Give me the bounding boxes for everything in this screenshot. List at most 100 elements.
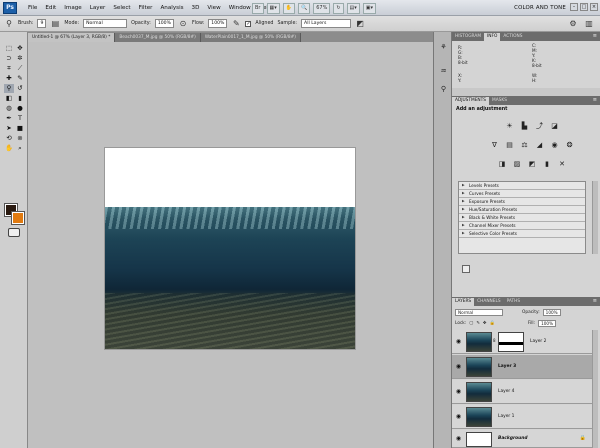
zoom-tool-button[interactable]: 🔍 — [297, 2, 311, 14]
menu-edit[interactable]: Edit — [41, 5, 60, 11]
pressure-opacity-icon[interactable]: ⊙ — [178, 19, 188, 29]
healing-brush-tool-icon[interactable]: ✚ — [4, 74, 14, 83]
clip-to-layer-icon[interactable] — [462, 265, 470, 273]
close-button[interactable]: × — [590, 3, 598, 11]
tab-histogram[interactable]: HISTOGRAM — [452, 33, 484, 41]
layer-mask-thumbnail[interactable] — [498, 332, 524, 352]
invert-icon[interactable]: ◨ — [497, 160, 507, 169]
lasso-tool-icon[interactable]: ⊃ — [4, 54, 14, 63]
black-white-icon[interactable]: ◢ — [535, 141, 545, 150]
layer-row-layer-1[interactable]: ◉ Layer 1 — [452, 405, 592, 429]
tab-untitled-1[interactable]: Untitled-1 @ 67% (Layer 3, RGB/8) * — [28, 33, 116, 42]
layer-row-layer-2[interactable]: ◉ 8 Layer 2 — [452, 330, 592, 354]
brightness-icon[interactable]: ☀ — [505, 122, 515, 131]
tab-layers[interactable]: LAYERS — [452, 298, 475, 306]
preset-black-white[interactable]: Black & White Presets — [459, 214, 585, 222]
flow-input[interactable]: 100% — [208, 19, 228, 28]
screen-mode-button[interactable]: ▣▾ — [362, 2, 376, 14]
menu-window[interactable]: Window — [225, 5, 255, 11]
aligned-checkbox[interactable]: ✓ — [245, 20, 252, 27]
magic-wand-tool-icon[interactable]: ✲ — [15, 54, 25, 63]
layer-row-layer-4[interactable]: ◉ Layer 4 — [452, 380, 592, 404]
lock-position-icon[interactable]: ✥ — [483, 321, 487, 326]
view-extras-button[interactable]: ▦▾ — [266, 2, 280, 14]
3d-orbit-tool-icon[interactable]: ⊚ — [15, 134, 25, 143]
preset-channel-mixer[interactable]: Channel Mixer Presets — [459, 222, 585, 230]
channel-mixer-icon[interactable]: ❂ — [565, 141, 575, 150]
navigator-icon[interactable]: ⚘ — [438, 42, 449, 53]
brushes-icon[interactable]: ♒ — [438, 66, 449, 77]
preset-curves[interactable]: Curves Presets — [459, 190, 585, 198]
color-balance-icon[interactable]: ⚖ — [520, 141, 530, 150]
visibility-eye-icon[interactable]: ◉ — [455, 338, 462, 345]
curves-icon[interactable]: ⤴ — [535, 122, 545, 131]
tab-beach[interactable]: Beach0037_M.jpg @ 50% (RGB/8#) — [115, 33, 201, 42]
background-color-swatch[interactable] — [11, 211, 25, 225]
photo-filter-icon[interactable]: ◉ — [550, 141, 560, 150]
marquee-tool-icon[interactable]: ⬚ — [4, 44, 14, 53]
menu-select[interactable]: Select — [109, 5, 134, 11]
layers-menu-icon[interactable]: ≡ — [593, 298, 597, 304]
minimize-button[interactable]: – — [570, 3, 578, 11]
gradient-map-icon[interactable]: ▮ — [542, 160, 552, 169]
clone-panel-icon[interactable]: ▥ — [584, 19, 594, 29]
visibility-eye-icon[interactable]: ◉ — [455, 413, 462, 420]
menu-analysis[interactable]: Analysis — [156, 5, 187, 11]
lock-image-icon[interactable]: ✎ — [476, 321, 480, 326]
gradient-tool-icon[interactable]: ▮ — [15, 94, 25, 103]
history-brush-tool-icon[interactable]: ↺ — [15, 84, 25, 93]
layers-scrollbar[interactable] — [592, 330, 598, 448]
zoom-level-select[interactable]: 67% — [313, 2, 331, 14]
brush-tool-icon[interactable]: ✎ — [15, 74, 25, 83]
eraser-tool-icon[interactable]: ◧ — [4, 94, 14, 103]
tab-masks[interactable]: MASKS — [489, 97, 510, 105]
menu-view[interactable]: View — [203, 5, 224, 11]
preset-exposure[interactable]: Exposure Presets — [459, 198, 585, 206]
dodge-tool-icon[interactable]: ● — [15, 104, 25, 113]
presets-scrollbar[interactable] — [592, 181, 598, 254]
opacity-input[interactable]: 100% — [154, 19, 174, 28]
layer-row-layer-3[interactable]: ◉ Layer 3 — [452, 355, 592, 379]
quick-mask-button[interactable] — [8, 228, 20, 237]
menu-filter[interactable]: Filter — [135, 5, 157, 11]
clone-stamp-icon[interactable]: ⚲ — [4, 19, 14, 29]
hand-tool-button[interactable]: ✋ — [282, 2, 295, 14]
exposure-icon[interactable]: ◪ — [550, 122, 560, 131]
layer-row-background[interactable]: ◉ Background 🔒 — [452, 430, 592, 448]
document-canvas[interactable] — [105, 148, 355, 349]
menu-file[interactable]: File — [24, 5, 41, 11]
menu-3d[interactable]: 3D — [188, 5, 204, 11]
bridge-button[interactable]: Br — [252, 2, 264, 14]
posterize-icon[interactable]: ▨ — [512, 160, 522, 169]
path-selection-tool-icon[interactable]: ➤ — [4, 124, 14, 133]
mask-link-icon[interactable]: 8 — [493, 338, 496, 343]
shape-tool-icon[interactable]: ■ — [15, 124, 25, 133]
lock-transparency-icon[interactable]: ▢ — [469, 321, 473, 326]
preset-selective-color[interactable]: Selective Color Presets — [459, 230, 585, 238]
pen-tool-icon[interactable]: ✒ — [4, 114, 14, 123]
preset-levels[interactable]: Levels Presets — [459, 182, 585, 190]
arrange-documents-button[interactable]: ▤▾ — [346, 2, 360, 14]
rotate-view-button[interactable]: ↻ — [333, 2, 344, 14]
panel-menu-icon[interactable]: ≡ — [593, 33, 597, 39]
visibility-eye-icon[interactable]: ◉ — [455, 435, 462, 442]
tab-waterplain[interactable]: WaterPlain0017_1_M.jpg @ 50% (RGB/8#) — [200, 33, 301, 42]
menu-image[interactable]: Image — [60, 5, 86, 11]
airbrush-icon[interactable]: ✎ — [231, 19, 241, 29]
visibility-eye-icon[interactable]: ◉ — [455, 363, 462, 370]
adjustments-menu-icon[interactable]: ≡ — [593, 97, 597, 103]
tab-info[interactable]: INFO — [484, 33, 501, 41]
eyedropper-tool-icon[interactable]: ⟋ — [15, 64, 25, 73]
fill-input[interactable]: 100% — [538, 320, 557, 327]
menu-layer[interactable]: Layer — [86, 5, 110, 11]
3d-rotate-tool-icon[interactable]: ⟲ — [4, 134, 14, 143]
levels-icon[interactable]: ▙ — [520, 122, 530, 131]
type-tool-icon[interactable]: T — [15, 114, 25, 123]
canvas-area[interactable] — [28, 42, 433, 448]
maximize-button[interactable]: □ — [580, 3, 588, 11]
tab-adjustments[interactable]: ADJUSTMENTS — [452, 97, 490, 105]
workspace-switcher[interactable]: COLOR AND TONE — [514, 4, 566, 13]
layer-opacity-input[interactable]: 100% — [542, 309, 561, 316]
brush-size-picker[interactable]: 9 — [37, 19, 47, 28]
preset-hue-saturation[interactable]: Hue/Saturation Presets — [459, 206, 585, 214]
